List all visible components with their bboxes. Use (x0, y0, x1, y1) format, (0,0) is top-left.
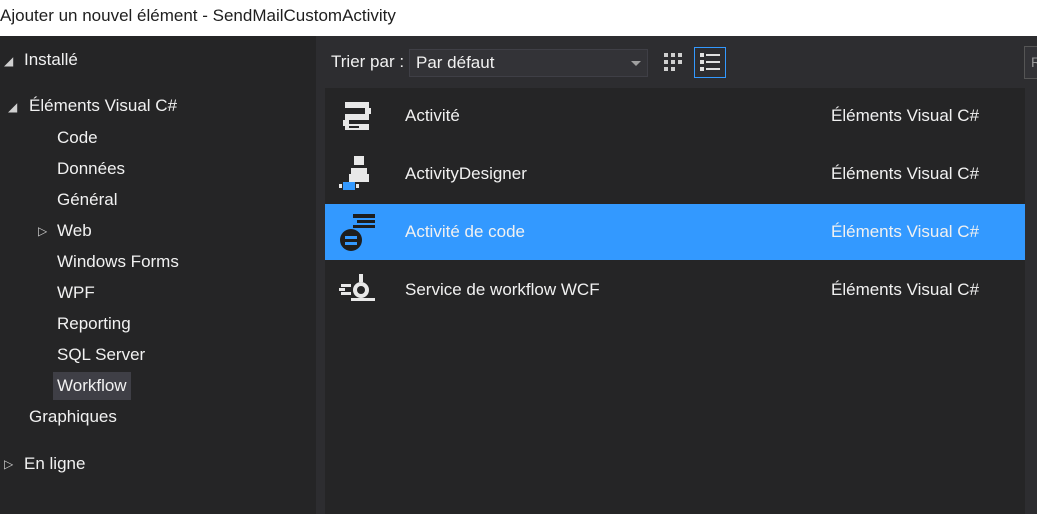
sort-value: Par défaut (416, 53, 495, 72)
tree-item-wpf[interactable]: WPF (57, 279, 95, 307)
template-list: Activité Éléments Visual C# ActivityDesi… (325, 88, 1025, 514)
tree-item-windows-forms[interactable]: Windows Forms (57, 248, 179, 276)
collapsed-arrow-icon[interactable]: ▷ (4, 457, 13, 471)
item-category: Éléments Visual C# (831, 222, 980, 241)
search-input[interactable]: R (1024, 46, 1037, 79)
wcf-workflow-icon (339, 274, 375, 301)
item-category: Éléments Visual C# (831, 280, 980, 299)
code-activity-icon (340, 214, 375, 251)
tree-item-donnees[interactable]: Données (57, 155, 125, 183)
tree-item-graphiques[interactable]: Graphiques (29, 403, 117, 431)
tree-item-visual-csharp[interactable]: Éléments Visual C# (29, 92, 177, 120)
list-item[interactable]: Activité de code Éléments Visual C# (325, 204, 1025, 260)
sort-dropdown[interactable]: Par défaut (409, 49, 648, 77)
expanded-arrow-icon[interactable]: ◢ (4, 54, 13, 68)
tree-item-installed[interactable]: Installé (24, 46, 78, 74)
item-name: Activité (405, 106, 460, 125)
list-item[interactable]: ActivityDesigner Éléments Visual C# (325, 146, 1025, 202)
tree-item-reporting[interactable]: Reporting (57, 310, 131, 338)
tree-item-code[interactable]: Code (57, 124, 98, 152)
collapsed-arrow-icon[interactable]: ▷ (38, 224, 47, 238)
tree-item-general[interactable]: Général (57, 186, 117, 214)
activity-designer-icon (339, 156, 369, 190)
medium-icons-view-button[interactable] (658, 47, 690, 78)
details-view-button[interactable] (694, 47, 726, 78)
item-name: Service de workflow WCF (405, 280, 600, 299)
item-name: ActivityDesigner (405, 164, 527, 183)
list-view-icon (700, 53, 720, 71)
window-title: Ajouter un nouvel élément - SendMailCust… (0, 0, 1037, 36)
tree-item-web[interactable]: Web (57, 217, 92, 245)
item-category: Éléments Visual C# (831, 106, 980, 125)
list-item[interactable]: Service de workflow WCF Éléments Visual … (325, 262, 1025, 318)
tree-item-workflow[interactable]: Workflow (53, 372, 131, 400)
item-name: Activité de code (405, 222, 526, 241)
item-category: Éléments Visual C# (831, 164, 980, 183)
list-item[interactable]: Activité Éléments Visual C# (325, 88, 1025, 144)
chevron-down-icon (631, 61, 641, 66)
expanded-arrow-icon[interactable]: ◢ (8, 100, 17, 114)
sort-label: Trier par : (331, 52, 405, 71)
tree-item-en-ligne[interactable]: En ligne (24, 450, 85, 478)
details-pane-edge (1025, 88, 1037, 514)
activity-icon (343, 102, 371, 130)
tree-item-sql-server[interactable]: SQL Server (57, 341, 145, 369)
grid-view-icon (664, 53, 682, 71)
